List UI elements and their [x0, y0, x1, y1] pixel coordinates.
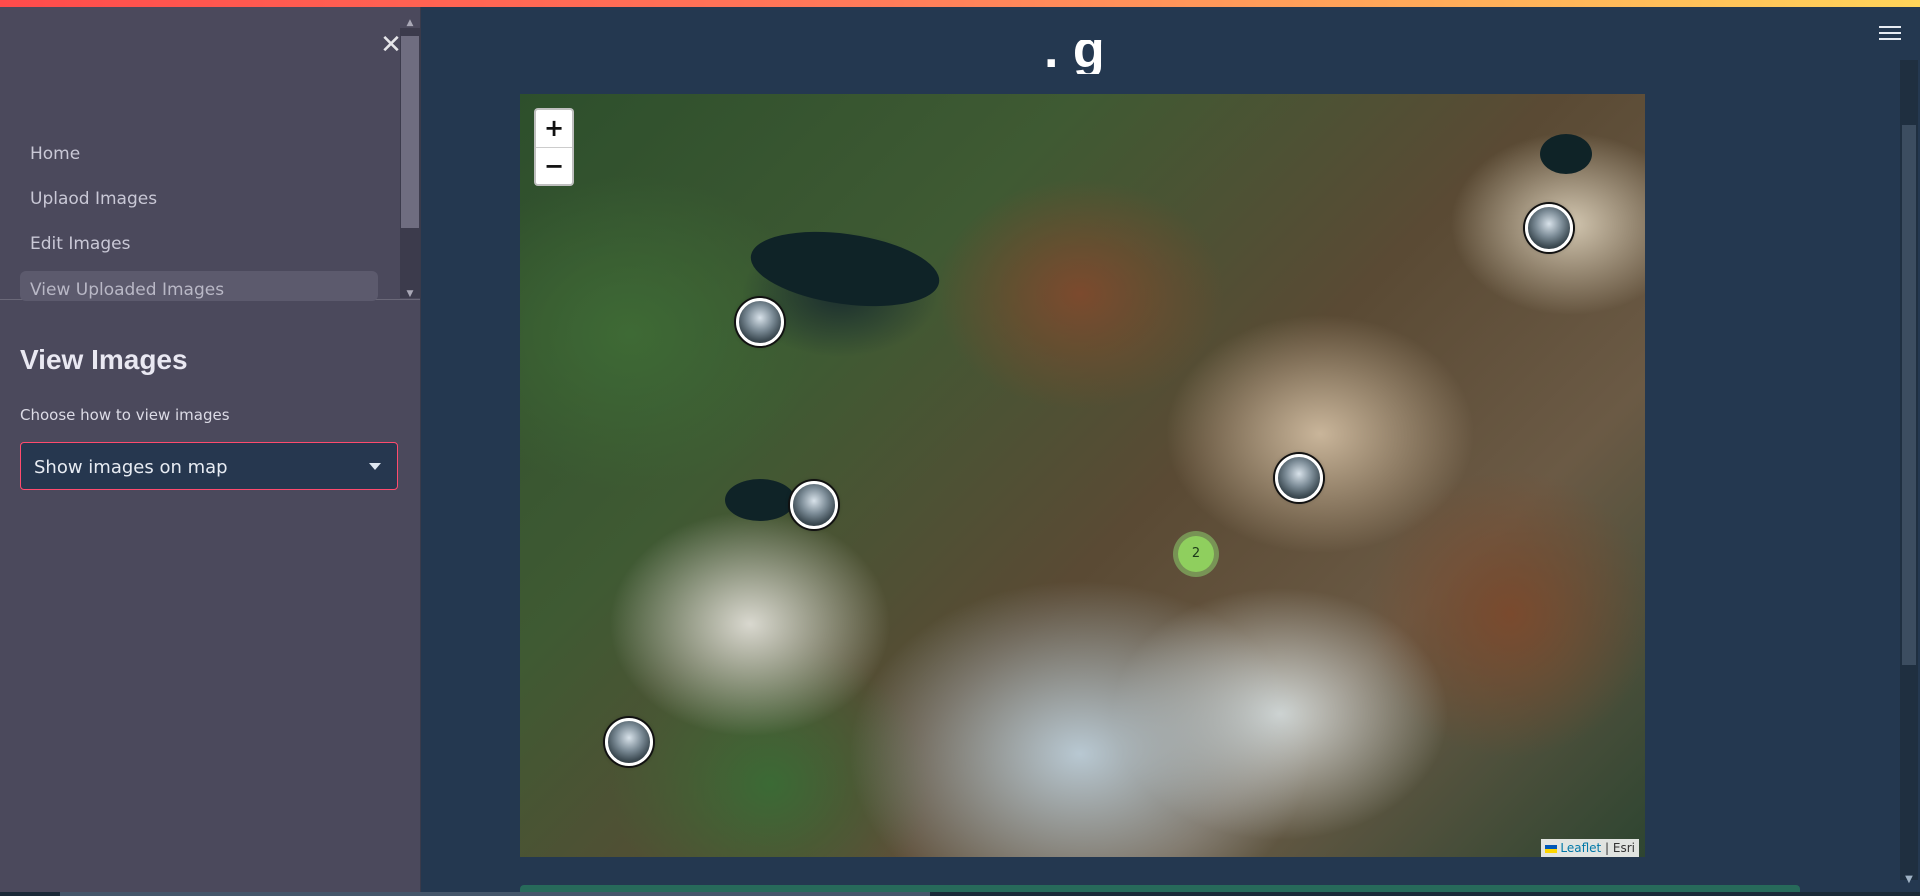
image-marker[interactable] [736, 298, 784, 346]
main-scrollbar-thumb[interactable] [1902, 125, 1916, 665]
close-sidebar-button[interactable]: ✕ [380, 32, 402, 58]
header-decoration [0, 0, 1920, 7]
scroll-down-icon[interactable]: ▼ [1900, 874, 1918, 888]
page-title: . g [1044, 40, 1105, 74]
attribution-provider: Esri [1612, 841, 1635, 855]
zoom-control: + − [534, 108, 574, 186]
nav-item-home[interactable]: Home [20, 136, 378, 172]
cluster-count: 2 [1178, 536, 1214, 572]
map-lake [725, 479, 795, 521]
image-marker[interactable] [1275, 454, 1323, 502]
horizontal-scrollbar-thumb[interactable] [60, 892, 930, 896]
nav-item-edit-images[interactable]: Edit Images [20, 226, 378, 262]
sidebar: ✕ Home Uplaod Images Edit Images View Up… [0, 0, 421, 896]
sidebar-nav: ✕ Home Uplaod Images Edit Images View Up… [0, 8, 420, 303]
image-marker[interactable] [790, 481, 838, 529]
scroll-down-icon[interactable]: ▼ [400, 289, 420, 303]
section-header: View Images [20, 344, 188, 375]
zoom-in-button[interactable]: + [536, 110, 572, 147]
map-lake [746, 221, 944, 317]
leaflet-link[interactable]: Leaflet [1560, 841, 1601, 855]
nav-item-view-uploaded-images[interactable]: View Uploaded Images [20, 271, 378, 301]
hamburger-menu-icon[interactable] [1879, 26, 1901, 44]
map-attribution: Leaflet | Esri [1541, 839, 1639, 857]
view-mode-label: Choose how to view images [20, 406, 230, 424]
image-marker[interactable] [1525, 204, 1573, 252]
view-mode-select[interactable]: Show images on map [20, 442, 398, 490]
image-marker[interactable] [605, 718, 653, 766]
close-icon: ✕ [380, 30, 402, 60]
nav-scrollbar-thumb[interactable] [401, 36, 419, 228]
scroll-up-icon[interactable]: ▲ [400, 18, 420, 32]
zoom-out-button[interactable]: − [536, 147, 572, 184]
map[interactable]: + − 2 Leaflet | Esri [520, 94, 1645, 857]
chevron-down-icon [369, 463, 381, 470]
marker-cluster[interactable]: 2 [1173, 531, 1219, 577]
map-lake [1540, 134, 1592, 174]
attribution-separator: | [1601, 841, 1613, 855]
nav-item-upload-images[interactable]: Uplaod Images [20, 181, 378, 217]
ukraine-flag-icon [1545, 844, 1558, 853]
view-mode-selected-value: Show images on map [34, 457, 228, 478]
nav-list: Home Uplaod Images Edit Images View Uplo… [20, 136, 378, 310]
